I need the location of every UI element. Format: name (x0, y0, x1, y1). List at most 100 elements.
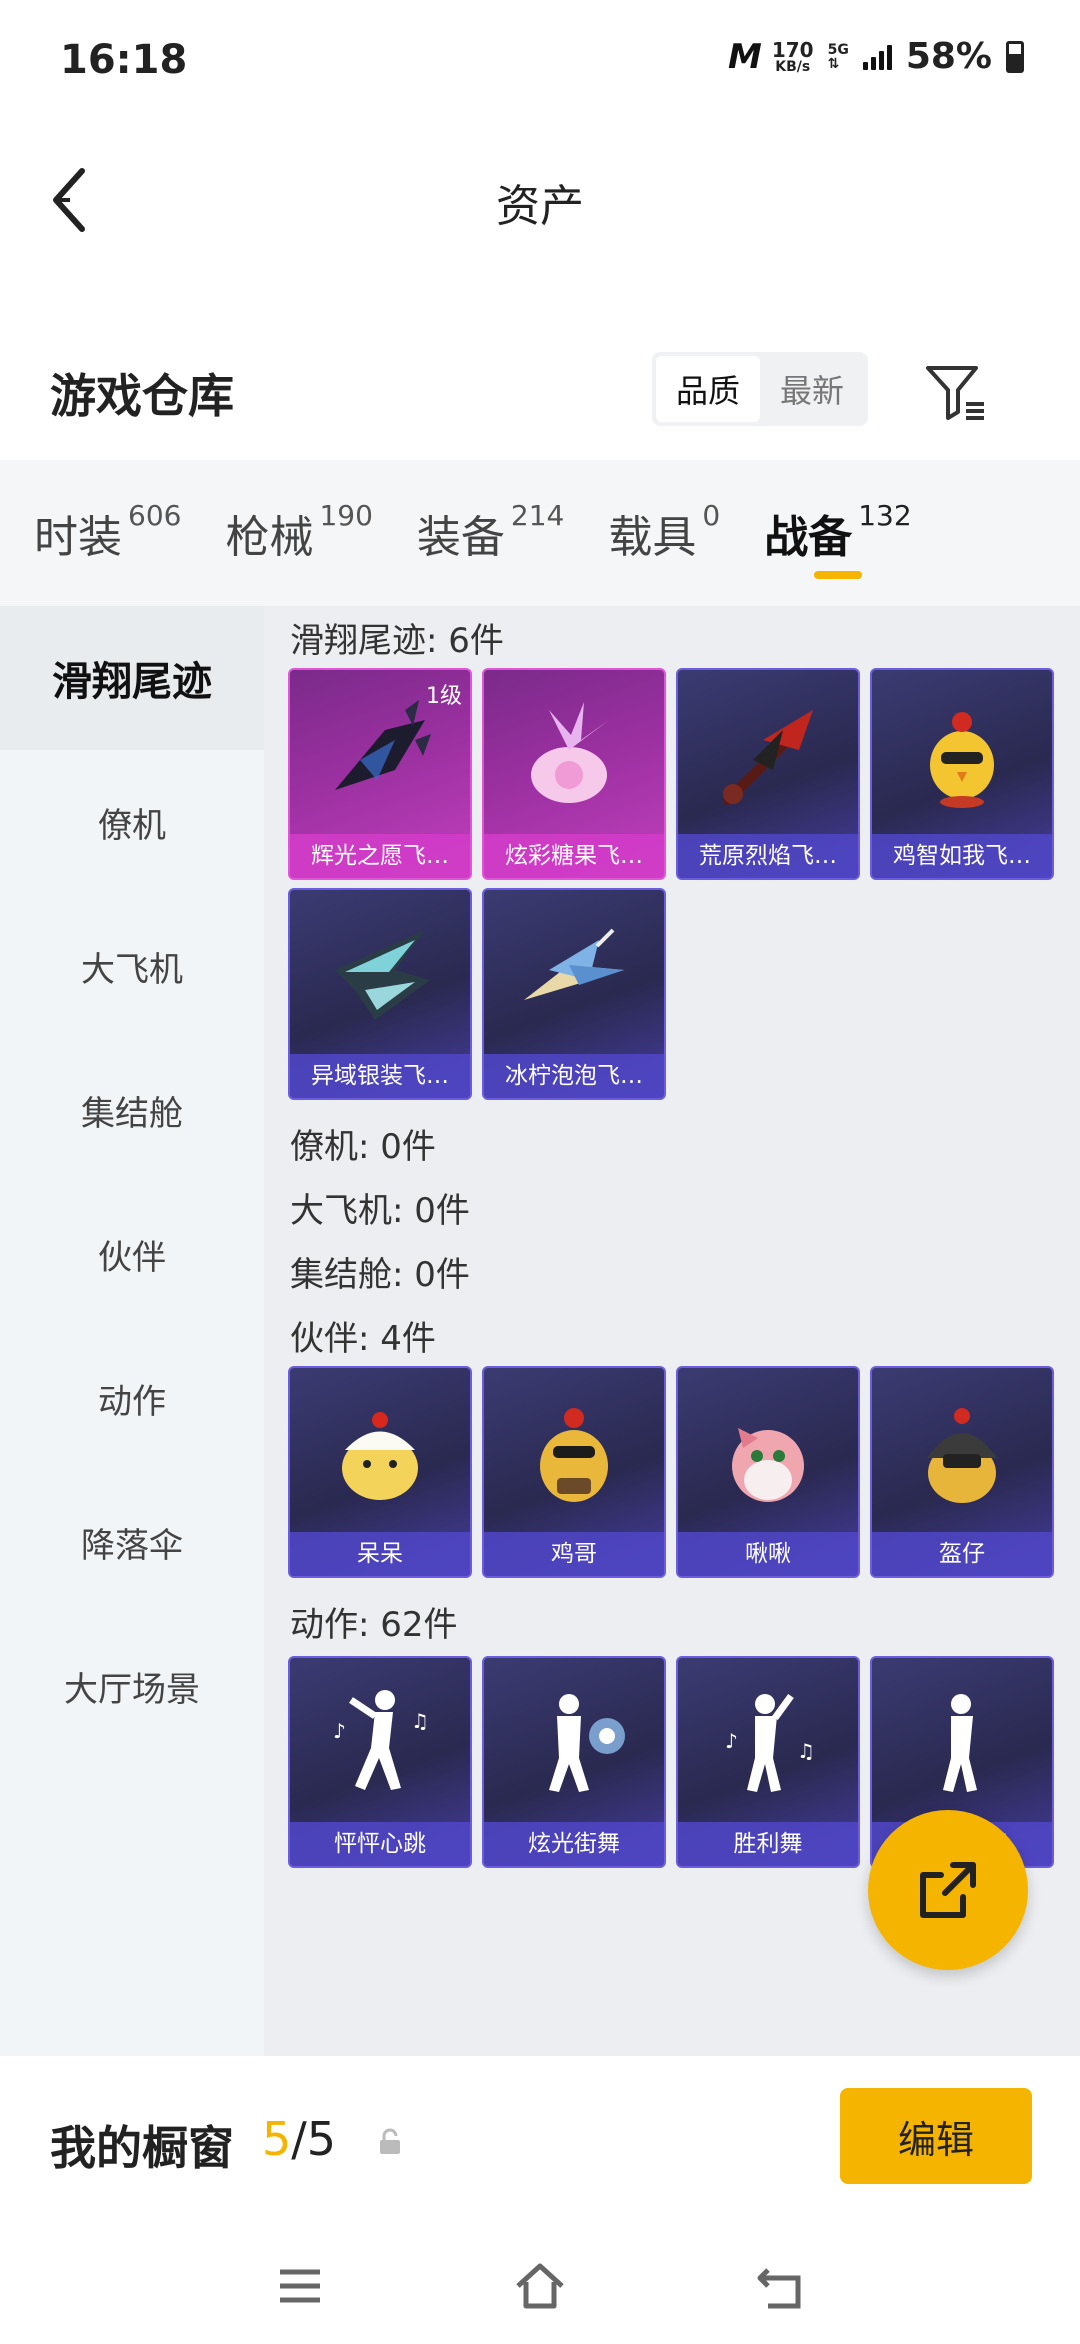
section-title-plane: 大飞机: 0件 (290, 1191, 470, 1231)
item-card[interactable]: 鸡智如我飞… (870, 668, 1054, 880)
item-name: 异域银装飞… (290, 1054, 470, 1098)
svg-text:♪: ♪ (333, 1719, 346, 1743)
section-title-emote: 动作: 62件 (290, 1605, 458, 1645)
battery-percent: 58% (905, 36, 992, 77)
status-time: 16:18 (60, 37, 188, 83)
network-type: 5G ⇅ (828, 43, 849, 71)
back-arrow-icon (757, 2268, 801, 2309)
item-card[interactable]: ♪ ♫ 胜利舞 (676, 1656, 860, 1868)
filter-icon (926, 366, 984, 420)
item-name: 鸡智如我飞… (872, 834, 1052, 878)
nav-header: 资产 (0, 120, 1080, 280)
svg-text:♪: ♪ (725, 1729, 738, 1753)
tab-count: 132 (858, 499, 912, 532)
showcase-count: 5/5 (262, 2112, 336, 2166)
dancer-icon (484, 1658, 664, 1828)
item-name: 炫光街舞 (484, 1822, 664, 1866)
item-name: 啾啾 (678, 1532, 858, 1576)
item-card[interactable]: 荒原烈焰飞… (676, 668, 860, 880)
home-icon (516, 2263, 564, 2309)
battery-icon (1006, 40, 1024, 73)
speed-unit: KB/s (775, 58, 811, 75)
svg-text:♫: ♫ (797, 1739, 815, 1763)
item-name: 冰柠泡泡飞… (484, 1054, 664, 1098)
item-card[interactable]: 1级 辉光之愿飞… (288, 668, 472, 880)
candy-glider-icon (484, 670, 664, 840)
tab-guns[interactable]: 枪械 190 (225, 499, 373, 565)
section-title-cabin: 集结舱: 0件 (290, 1255, 470, 1295)
network-speed: 170 KB/s (772, 40, 814, 74)
item-name: 荒原烈焰飞… (678, 834, 858, 878)
sidebar-item-partner[interactable]: 伙伴 (0, 1182, 264, 1326)
tab-count: 0 (702, 499, 721, 532)
menu-button[interactable] (270, 2256, 330, 2316)
tab-battle-prep[interactable]: 战备 132 (764, 499, 912, 579)
sort-newest-option[interactable]: 最新 (760, 356, 864, 422)
item-name: 盔仔 (872, 1532, 1052, 1576)
sidebar-item-parachute[interactable]: 降落伞 (0, 1470, 264, 1614)
item-card[interactable]: 炫彩糖果飞… (482, 668, 666, 880)
category-tabs: 时装 606 枪械 190 装备 214 载具 0 战备 132 (0, 460, 1080, 606)
item-card[interactable]: 异域银装飞… (288, 888, 472, 1100)
sidebar-item-emote[interactable]: 动作 (0, 1326, 264, 1470)
share-button[interactable] (868, 1810, 1028, 1970)
tab-label: 战备 (764, 512, 853, 563)
filter-button[interactable] (920, 356, 990, 426)
back-nav-button[interactable] (750, 2256, 810, 2316)
sidebar-item-plane[interactable]: 大飞机 (0, 894, 264, 1038)
chick-partner-icon (290, 1368, 470, 1538)
item-card[interactable]: 冰柠泡泡飞… (482, 888, 666, 1100)
item-card[interactable]: 鸡哥 (482, 1366, 666, 1578)
section-title-glide: 滑翔尾迹: 6件 (290, 621, 504, 661)
bird-partner-icon (678, 1368, 858, 1538)
edit-button[interactable]: 编辑 (840, 2088, 1032, 2184)
status-bar: 16:18 M 170 KB/s 5G ⇅ 58% (0, 0, 1080, 120)
tab-vehicles[interactable]: 载具 0 (608, 499, 721, 565)
tab-count: 606 (128, 499, 182, 532)
tab-equipment[interactable]: 装备 214 (416, 499, 565, 565)
status-indicators: M 170 KB/s 5G ⇅ 58% (728, 36, 1024, 77)
item-card[interactable]: 呆呆 (288, 1366, 472, 1578)
item-card[interactable]: 炫光街舞 (482, 1656, 666, 1868)
sidebar-item-glide-trail[interactable]: 滑翔尾迹 (0, 606, 264, 750)
sidebar-item-wingman[interactable]: 僚机 (0, 750, 264, 894)
item-card[interactable]: 啾啾 (676, 1366, 860, 1578)
chicken-glider-icon (872, 670, 1052, 840)
tab-count: 190 (319, 499, 373, 532)
flame-glider-icon (678, 670, 858, 840)
item-card[interactable]: 盔仔 (870, 1366, 1054, 1578)
dancer-icon: ♪ ♫ (678, 1658, 858, 1828)
tab-count: 214 (510, 499, 565, 532)
item-name: 呆呆 (290, 1532, 470, 1576)
share-icon (920, 1862, 976, 1918)
item-card[interactable]: ♪ ♫ 怦怦心跳 (288, 1656, 472, 1868)
menu-icon (280, 2269, 320, 2303)
tab-fashion[interactable]: 时装 606 (34, 499, 182, 565)
item-name: 鸡哥 (484, 1532, 664, 1576)
partner-grid: 呆呆 鸡哥 啾啾 盔仔 (264, 1366, 1080, 1578)
showcase-total: /5 (291, 2112, 337, 2166)
svg-text:♫: ♫ (411, 1709, 429, 1733)
sidebar: 滑翔尾迹 僚机 大飞机 集结舱 伙伴 动作 降落伞 大厅场景 (0, 606, 264, 2056)
item-name: 胜利舞 (678, 1822, 858, 1866)
section-title-wingman: 僚机: 0件 (290, 1127, 436, 1167)
showcase-bar: 我的橱窗 5/5 编辑 (0, 2056, 1080, 2226)
sort-toggle: 品质 最新 (652, 352, 868, 426)
speed-value: 170 (771, 37, 814, 62)
rooster-partner-icon (484, 1368, 664, 1538)
tab-label: 枪械 (225, 512, 314, 563)
home-button[interactable] (510, 2256, 570, 2316)
lemon-glider-icon (484, 890, 664, 1060)
tab-label: 装备 (416, 512, 505, 563)
section-title-partner: 伙伴: 4件 (290, 1319, 436, 1359)
level-badge: 1级 (426, 684, 462, 709)
glide-grid: 1级 辉光之愿飞… 炫彩糖果飞… 荒原烈焰飞… 鸡智如我飞… 异域银装飞… 冰柠… (264, 668, 1080, 1100)
item-name: 炫彩糖果飞… (484, 834, 664, 878)
sidebar-item-cabin[interactable]: 集结舱 (0, 1038, 264, 1182)
page-title: 资产 (496, 181, 584, 232)
dancer-icon: ♪ ♫ (290, 1658, 470, 1828)
dancer-icon (872, 1658, 1052, 1828)
sort-quality-option[interactable]: 品质 (656, 356, 760, 422)
sidebar-item-lobby-scene[interactable]: 大厅场景 (0, 1614, 264, 1758)
showcase-current: 5 (262, 2112, 292, 2166)
